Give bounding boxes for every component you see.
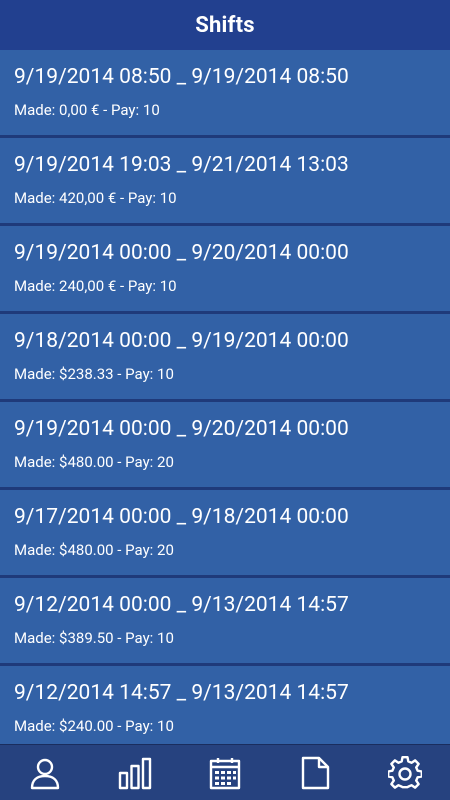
shift-list-item[interactable]: 9/19/2014 08:50 _ 9/19/2014 08:50 Made: …	[0, 50, 450, 135]
shift-date-range: 9/18/2014 00:00 _ 9/19/2014 00:00	[14, 329, 349, 353]
shift-earnings: Made: $240.00 - Pay: 10	[14, 717, 174, 735]
person-icon	[30, 758, 60, 789]
tab-profile[interactable]	[0, 745, 90, 800]
tab-settings[interactable]	[360, 745, 450, 800]
app-screen: Shifts 9/19/2014 08:50 _ 9/19/2014 08:50…	[0, 0, 450, 800]
shift-earnings: Made: $238.33 - Pay: 10	[14, 365, 174, 383]
shift-date-range: 9/19/2014 00:00 _ 9/20/2014 00:00	[14, 241, 349, 265]
shift-earnings: Made: $480.00 - Pay: 20	[14, 453, 174, 471]
shift-date-range: 9/19/2014 08:50 _ 9/19/2014 08:50	[14, 65, 349, 89]
page-title: Shifts	[195, 12, 255, 38]
tab-calendar[interactable]	[180, 745, 270, 800]
shift-list-item[interactable]: 9/19/2014 19:03 _ 9/21/2014 13:03 Made: …	[0, 138, 450, 223]
tab-reports[interactable]	[270, 745, 360, 800]
shift-list-item[interactable]: 9/12/2014 14:57 _ 9/13/2014 14:57 Made: …	[0, 666, 450, 744]
shift-earnings: Made: $480.00 - Pay: 20	[14, 541, 174, 559]
shift-date-range: 9/19/2014 00:00 _ 9/20/2014 00:00	[14, 417, 349, 441]
shift-list-item[interactable]: 9/19/2014 00:00 _ 9/20/2014 00:00 Made: …	[0, 226, 450, 311]
shift-date-range: 9/19/2014 19:03 _ 9/21/2014 13:03	[14, 153, 349, 177]
gear-icon	[388, 755, 422, 789]
shift-list[interactable]: 9/19/2014 08:50 _ 9/19/2014 08:50 Made: …	[0, 50, 450, 744]
shift-date-range: 9/12/2014 00:00 _ 9/13/2014 14:57	[14, 593, 349, 617]
shift-earnings: Made: 240,00 € - Pay: 10	[14, 277, 177, 295]
shift-list-item[interactable]: 9/18/2014 00:00 _ 9/19/2014 00:00 Made: …	[0, 314, 450, 399]
calendar-icon	[209, 757, 241, 789]
shift-date-range: 9/12/2014 14:57 _ 9/13/2014 14:57	[14, 681, 349, 705]
shift-earnings: Made: 0,00 € - Pay: 10	[14, 101, 160, 119]
shift-earnings: Made: $389.50 - Pay: 10	[14, 629, 174, 647]
tab-statistics[interactable]	[90, 745, 180, 800]
document-icon	[301, 756, 330, 789]
shift-date-range: 9/17/2014 00:00 _ 9/18/2014 00:00	[14, 505, 349, 529]
shift-list-item[interactable]: 9/17/2014 00:00 _ 9/18/2014 00:00 Made: …	[0, 490, 450, 575]
bottom-tab-bar	[0, 744, 450, 800]
shift-list-item[interactable]: 9/12/2014 00:00 _ 9/13/2014 14:57 Made: …	[0, 578, 450, 663]
header-bar: Shifts	[0, 0, 450, 50]
bar-chart-icon	[118, 757, 152, 789]
shift-earnings: Made: 420,00 € - Pay: 10	[14, 189, 177, 207]
shift-list-item[interactable]: 9/19/2014 00:00 _ 9/20/2014 00:00 Made: …	[0, 402, 450, 487]
